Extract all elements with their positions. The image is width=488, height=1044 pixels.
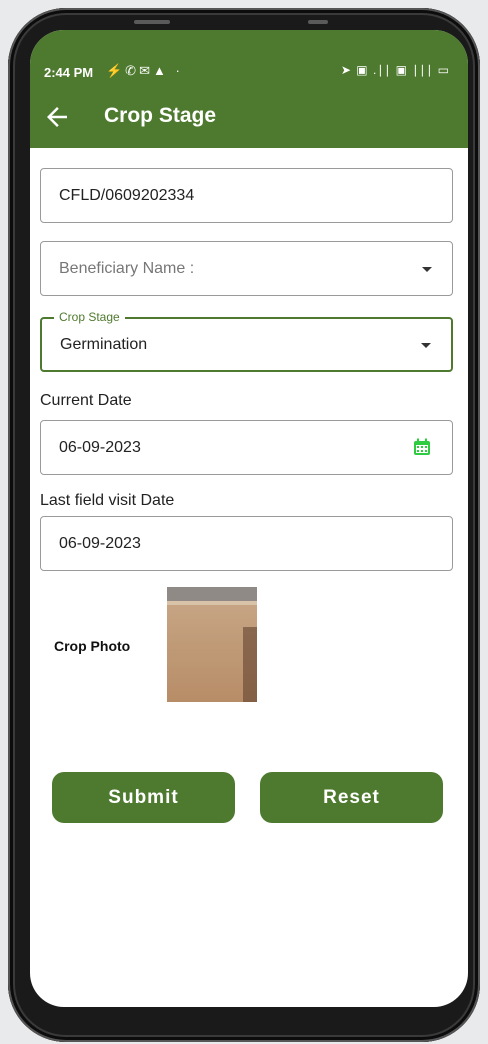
crop-photo-label: Crop Photo [54,638,131,654]
system-status-icons: ➤ ▣ .∣∣ ▣ ∣∣∣ ▭ [340,63,450,77]
cfld-id-value: CFLD/0609202334 [59,187,195,204]
photo-top-band [167,587,257,601]
photo-shadow [243,627,257,702]
current-date-label: Current Date [40,392,132,409]
sensor [308,20,328,24]
calendar-icon[interactable] [412,437,432,457]
status-time: 2:44 PM [44,65,94,80]
last-visit-value: 06-09-2023 [59,535,141,552]
page-title: Crop Stage [104,104,217,127]
last-visit-field[interactable]: 06-09-2023 [40,516,453,571]
current-date-value: 06-09-2023 [59,439,141,456]
submit-button[interactable]: Submit [52,772,235,823]
crop-stage-dropdown[interactable]: Crop Stage Germination [40,310,453,372]
reset-button[interactable]: Reset [260,772,443,823]
chevron-down-icon [422,267,432,272]
photo-highlight [167,601,257,605]
beneficiary-placeholder: Beneficiary Name : [59,260,195,277]
notification-icons: ⚡✆✉▲ · [106,63,183,78]
crop-photo-image[interactable] [167,587,257,702]
status-bar: 2:44 PM ⚡✆✉▲ · ➤ ▣ .∣∣ ▣ ∣∣∣ ▭ [30,54,468,94]
last-visit-label: Last field visit Date [40,492,175,509]
arrow-left-icon[interactable] [42,102,72,132]
header: 2:44 PM ⚡✆✉▲ · ➤ ▣ .∣∣ ▣ ∣∣∣ ▭ Crop Stag… [30,30,468,148]
crop-stage-label: Crop Stage [54,310,125,324]
speaker-grille [134,20,170,24]
app-screen: 2:44 PM ⚡✆✉▲ · ➤ ▣ .∣∣ ▣ ∣∣∣ ▭ Crop Stag… [30,30,468,1007]
chevron-down-icon [421,343,431,348]
app-bar: Crop Stage [30,94,468,148]
beneficiary-dropdown[interactable]: Beneficiary Name : [40,241,453,296]
current-date-field[interactable]: 06-09-2023 [40,420,453,475]
crop-stage-value: Germination [60,336,148,353]
cfld-id-field[interactable]: CFLD/0609202334 [40,168,453,223]
